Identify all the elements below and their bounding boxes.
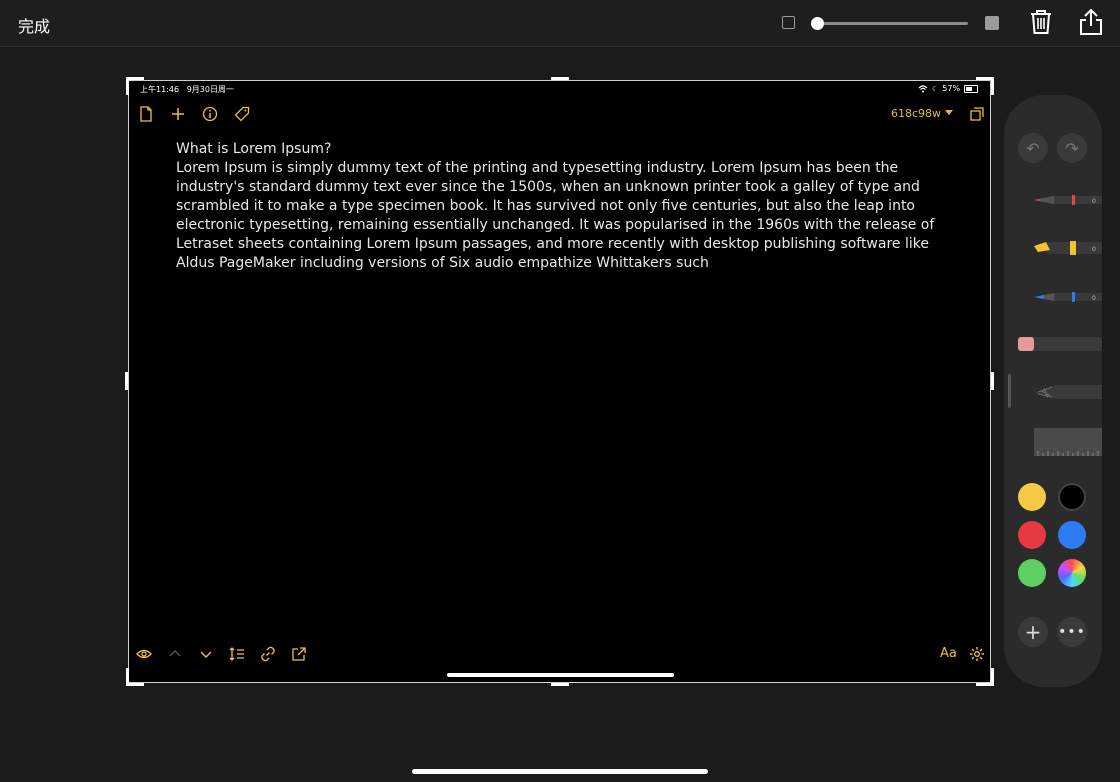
crop-handle-top-left-v[interactable] bbox=[126, 77, 129, 95]
status-time: 上午11:46 bbox=[140, 85, 180, 94]
palette-grip[interactable] bbox=[1008, 374, 1011, 408]
note-title: What is Lorem Ipsum? bbox=[176, 141, 332, 157]
opacity-slider-knob[interactable] bbox=[811, 17, 824, 30]
add-tool-button[interactable]: + bbox=[1018, 617, 1048, 647]
crop-handle-top[interactable] bbox=[551, 77, 569, 80]
crop-handle-bottom-right-v[interactable] bbox=[991, 668, 994, 686]
chevron-up-icon[interactable] bbox=[167, 646, 183, 662]
svg-text:0: 0 bbox=[1092, 198, 1096, 205]
trash-icon[interactable] bbox=[1029, 9, 1053, 35]
color-swatch-red[interactable] bbox=[1018, 521, 1046, 549]
battery-icon bbox=[964, 84, 979, 93]
home-indicator[interactable] bbox=[412, 769, 708, 774]
battery-percent: 57% bbox=[942, 84, 961, 93]
thin-stroke-icon[interactable] bbox=[782, 16, 795, 29]
done-button[interactable]: 完成 bbox=[18, 13, 50, 37]
more-icon[interactable]: ••• bbox=[1057, 617, 1087, 647]
font-button[interactable]: Aa bbox=[940, 646, 957, 661]
ruler-tool-icon[interactable] bbox=[1016, 420, 1102, 460]
info-icon[interactable] bbox=[202, 106, 218, 122]
lasso-tool-icon[interactable] bbox=[1016, 372, 1102, 412]
top-bar: 完成 bbox=[0, 0, 1120, 47]
thick-stroke-icon[interactable] bbox=[985, 16, 999, 30]
crop-handle-bottom[interactable] bbox=[551, 683, 569, 686]
status-bar-right: ☾ 57% bbox=[918, 84, 979, 93]
version-label[interactable]: 618c98w bbox=[891, 107, 941, 120]
home-indicator-inner bbox=[447, 673, 674, 677]
chevron-down-icon[interactable] bbox=[198, 646, 214, 662]
color-swatch-yellow[interactable] bbox=[1018, 483, 1046, 511]
chevron-down-icon[interactable] bbox=[945, 110, 953, 115]
eraser-tool-icon[interactable] bbox=[1016, 324, 1102, 364]
svg-text:0: 0 bbox=[1092, 246, 1096, 253]
color-swatch-black[interactable] bbox=[1058, 483, 1086, 511]
marker-tool-icon[interactable]: 0 bbox=[1016, 276, 1102, 316]
crop-handle-top-right-v[interactable] bbox=[991, 77, 994, 95]
highlighter-tool-icon[interactable]: 0 bbox=[1016, 228, 1102, 268]
gear-icon[interactable] bbox=[969, 646, 985, 662]
tag-icon[interactable] bbox=[234, 106, 250, 122]
note-content[interactable]: What is Lorem Ipsum? Lorem Ipsum is simp… bbox=[176, 140, 956, 273]
plus-icon[interactable] bbox=[170, 106, 186, 122]
color-swatch-blue[interactable] bbox=[1058, 521, 1086, 549]
pen-tool-icon[interactable]: 0 bbox=[1016, 180, 1102, 220]
expand-icon[interactable] bbox=[969, 106, 985, 122]
redo-icon[interactable]: ↷ bbox=[1057, 133, 1087, 163]
list-icon[interactable] bbox=[229, 646, 245, 662]
opacity-slider[interactable] bbox=[817, 22, 968, 25]
doc-icon[interactable] bbox=[138, 106, 154, 122]
moon-icon: ☾ bbox=[932, 84, 939, 93]
color-swatch-green[interactable] bbox=[1018, 559, 1046, 587]
crop-handle-bottom-left-v[interactable] bbox=[126, 668, 129, 686]
share-icon[interactable] bbox=[1078, 8, 1104, 36]
status-date: 9月30日周一 bbox=[186, 85, 234, 94]
undo-icon[interactable]: ↶ bbox=[1018, 133, 1048, 163]
wifi-icon bbox=[918, 84, 928, 92]
eye-icon[interactable] bbox=[136, 646, 152, 662]
color-picker-icon[interactable] bbox=[1058, 559, 1086, 587]
note-body: Lorem Ipsum is simply dummy text of the … bbox=[176, 160, 935, 271]
link-icon[interactable] bbox=[260, 646, 276, 662]
status-bar-left: 上午11:46 9月30日周一 bbox=[140, 84, 234, 95]
svg-text:0: 0 bbox=[1092, 295, 1096, 302]
export-icon[interactable] bbox=[291, 646, 307, 662]
crop-handle-left[interactable] bbox=[125, 372, 128, 390]
crop-handle-right[interactable] bbox=[991, 372, 994, 390]
